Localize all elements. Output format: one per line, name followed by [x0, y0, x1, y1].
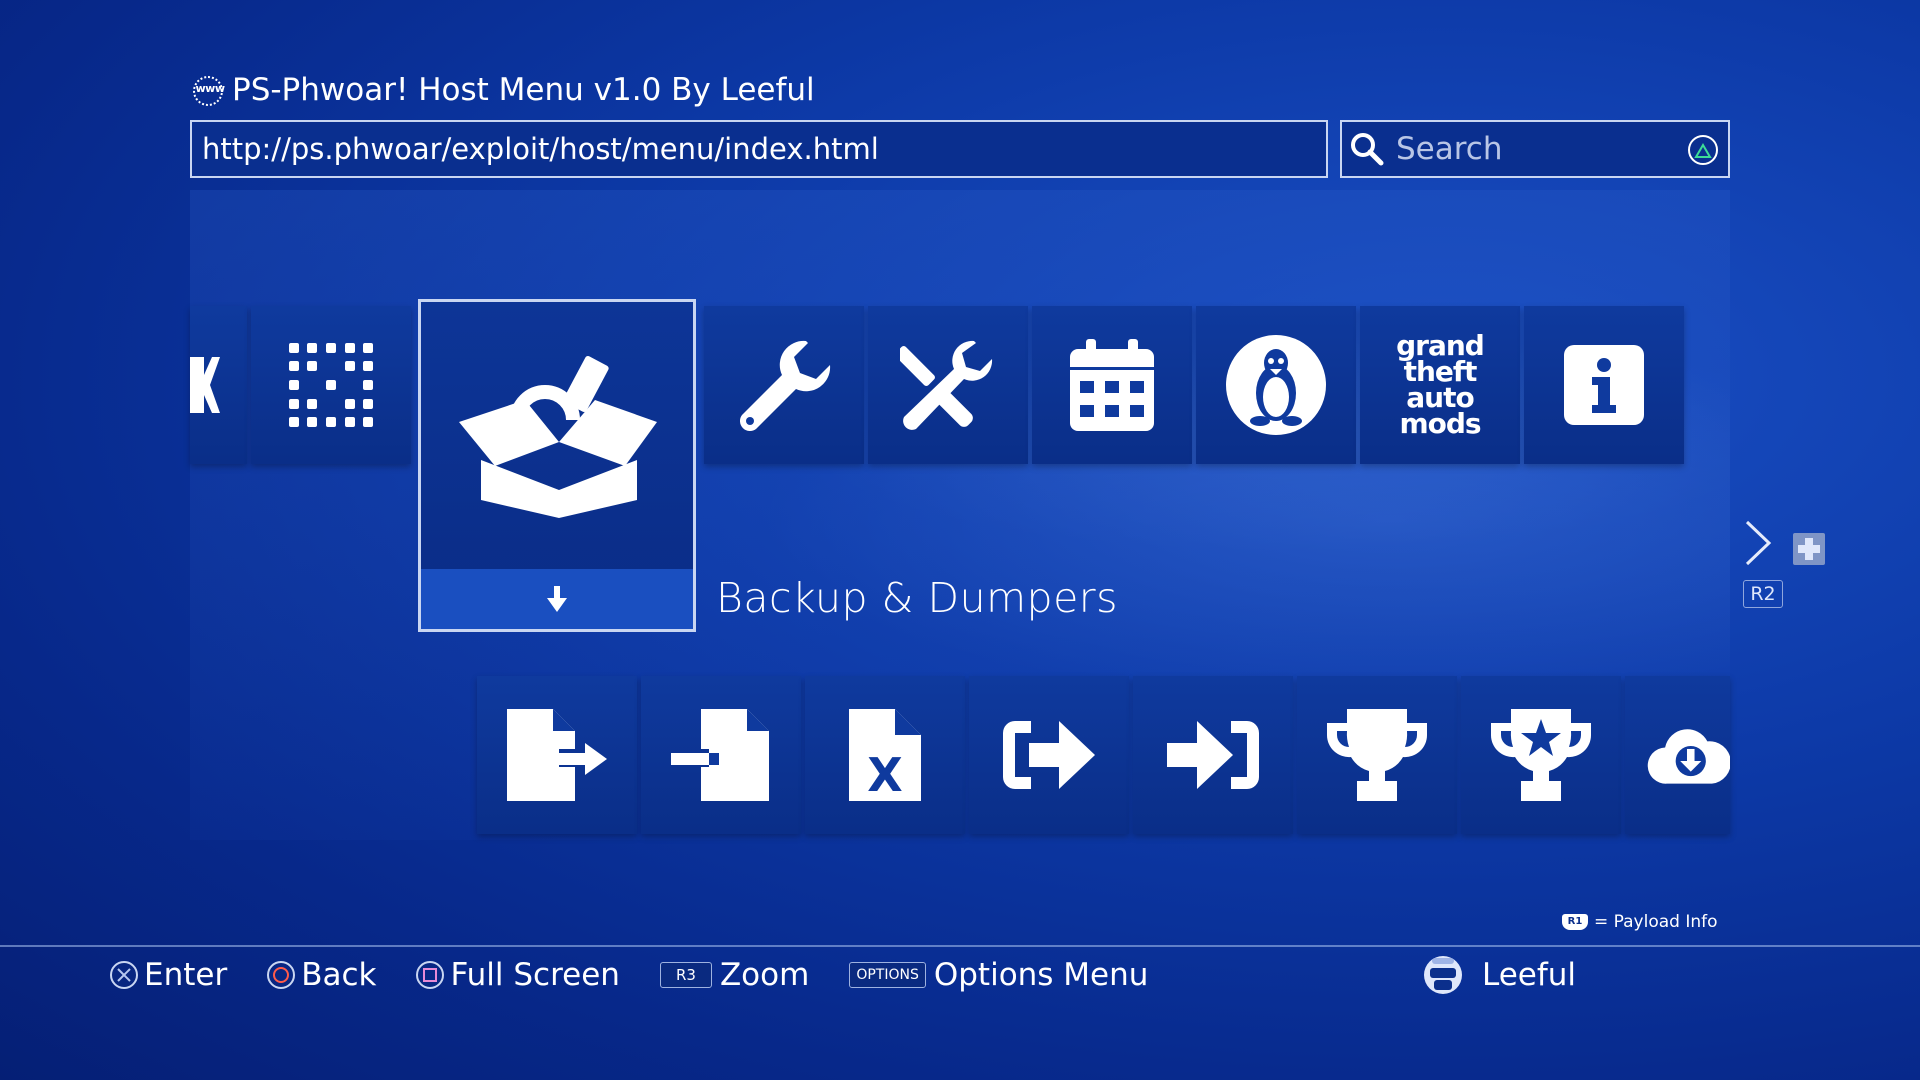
url-bar[interactable]: http://ps.phwoar/exploit/host/menu/index… — [190, 120, 1328, 178]
circle-button-icon — [267, 961, 296, 989]
search-icon — [1351, 133, 1384, 166]
tile-file-import[interactable] — [641, 676, 801, 834]
tile-partial[interactable] — [190, 306, 247, 464]
tile-file-export[interactable] — [477, 676, 637, 834]
linux-tux-icon — [1226, 335, 1326, 435]
wrench-icon — [740, 340, 831, 431]
info-icon — [1564, 345, 1644, 425]
sign-out-icon — [1003, 721, 1095, 789]
r3-badge: R3 — [659, 962, 712, 988]
chevron-right-icon — [1745, 520, 1772, 566]
excel-letter: X — [867, 748, 902, 801]
r2-badge: R2 — [1743, 580, 1783, 608]
user-profile[interactable]: Leeful — [1422, 951, 1576, 999]
footer-options-menu[interactable]: OPTIONS Options Menu — [849, 957, 1148, 993]
cloud-download-icon — [1647, 729, 1730, 784]
footer-enter[interactable]: Enter — [110, 957, 227, 993]
trophy-icon — [1326, 709, 1428, 801]
tile-linux[interactable] — [1196, 306, 1356, 464]
calendar-icon — [1070, 339, 1154, 431]
selected-item-label: Backup & Dumpers — [716, 574, 1119, 622]
tile-trophy-star[interactable] — [1461, 676, 1621, 834]
triangle-button-icon — [1688, 135, 1718, 165]
expand-bar[interactable] — [421, 569, 693, 629]
www-icon-text: www — [195, 82, 226, 95]
gta-mods-logo: grand theft auto mods — [1380, 332, 1500, 440]
tile-grid[interactable] — [251, 306, 411, 464]
footer-divider — [0, 945, 1920, 947]
url-text: http://ps.phwoar/exploit/host/menu/index… — [202, 132, 879, 166]
search-input[interactable] — [1394, 130, 1678, 168]
title-bar: www PS-Phwoar! Host Menu v1.0 By Leeful — [190, 70, 815, 110]
file-excel-icon: X — [849, 709, 921, 801]
avatar — [1424, 956, 1462, 994]
footer-enter-label: Enter — [144, 957, 228, 993]
footer-options-menu-label: Options Menu — [933, 957, 1149, 993]
cross-button-icon — [110, 961, 138, 989]
footer-back[interactable]: Back — [267, 957, 376, 993]
page-title: PS-Phwoar! Host Menu v1.0 By Leeful — [232, 72, 815, 108]
tile-calendar[interactable] — [1032, 306, 1192, 464]
www-icon: www — [190, 73, 230, 107]
payload-info-hint: R1 = Payload Info — [1562, 912, 1718, 932]
grid-dots-icon — [289, 343, 373, 427]
tile-wrench[interactable] — [704, 306, 864, 464]
tile-trophy[interactable] — [1297, 676, 1457, 834]
footer-zoom-label: Zoom — [719, 957, 810, 993]
file-import-icon — [671, 709, 769, 801]
file-export-icon — [507, 709, 607, 801]
partial-k-icon — [190, 357, 220, 413]
footer-full-screen-label: Full Screen — [450, 957, 620, 993]
trophy-star-icon — [1490, 709, 1592, 801]
tile-tools[interactable] — [868, 306, 1028, 464]
user-name: Leeful — [1482, 957, 1577, 993]
arrow-down-icon — [547, 586, 567, 612]
payload-info-text: = Payload Info — [1594, 912, 1718, 932]
search-box[interactable] — [1340, 120, 1730, 178]
footer-zoom[interactable]: R3 Zoom — [659, 957, 810, 993]
square-button-icon — [416, 961, 445, 989]
tile-gta-mods[interactable]: grand theft auto mods — [1360, 306, 1520, 464]
tile-file-excel[interactable]: X — [805, 676, 965, 834]
tile-info[interactable] — [1524, 306, 1684, 464]
options-badge: OPTIONS — [849, 962, 926, 988]
open-box-icon — [459, 355, 657, 518]
plus-icon — [1793, 533, 1825, 565]
tile-sign-in[interactable] — [1133, 676, 1293, 834]
tile-sign-out[interactable] — [969, 676, 1129, 834]
tools-icon — [900, 340, 993, 430]
footer-back-label: Back — [301, 957, 377, 993]
sign-in-icon — [1167, 721, 1259, 789]
tile-backup-dumpers-selected[interactable] — [418, 299, 696, 632]
tile-cloud-download[interactable] — [1625, 676, 1730, 834]
r1-badge: R1 — [1562, 914, 1588, 930]
footer-controls: Enter Back Full Screen R3 Zoom OPTIONS O… — [110, 951, 1188, 999]
footer-full-screen[interactable]: Full Screen — [416, 957, 620, 993]
next-page-nav[interactable]: R2 — [1743, 518, 1833, 612]
gta-word-mods: mods — [1399, 407, 1481, 440]
